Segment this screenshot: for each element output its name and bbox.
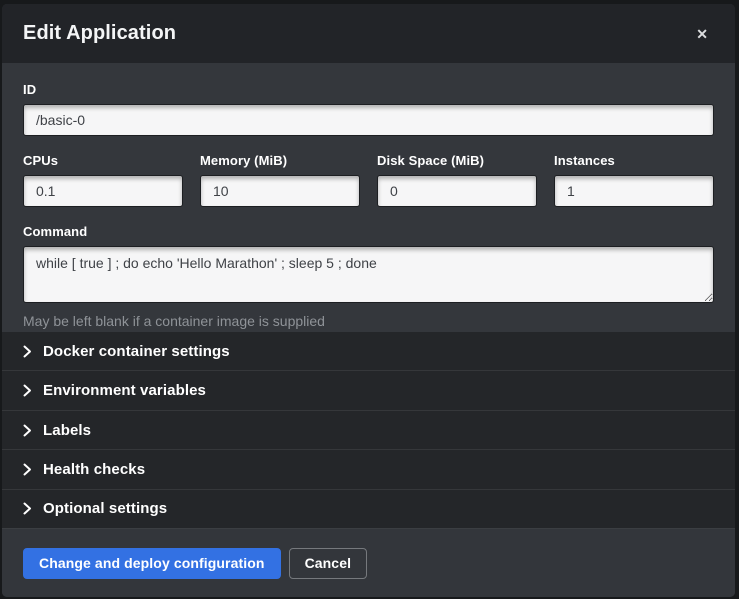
chevron-right-icon [23,345,32,358]
modal-title: Edit Application [23,22,176,45]
chevron-right-icon [23,463,32,476]
edit-application-modal: Edit Application ✕ ID CPUs Memory (MiB) … [2,4,735,597]
section-docker-container-settings[interactable]: Docker container settings [2,332,735,371]
section-title: Environment variables [43,382,206,399]
section-title: Docker container settings [43,343,230,360]
instances-label: Instances [554,153,714,168]
field-group-instances: Instances [554,153,714,207]
field-group-memory: Memory (MiB) [200,153,360,207]
instances-input[interactable] [554,175,714,207]
section-labels[interactable]: Labels [2,411,735,450]
section-title: Optional settings [43,500,167,517]
disk-label: Disk Space (MiB) [377,153,537,168]
modal-header: Edit Application ✕ [2,4,735,63]
command-label: Command [23,224,714,239]
change-and-deploy-button[interactable]: Change and deploy configuration [23,548,281,579]
id-label: ID [23,82,714,97]
section-optional-settings[interactable]: Optional settings [2,490,735,528]
cpus-label: CPUs [23,153,183,168]
section-health-checks[interactable]: Health checks [2,450,735,489]
field-group-cpus: CPUs [23,153,183,207]
field-group-disk: Disk Space (MiB) [377,153,537,207]
cpus-input[interactable] [23,175,183,207]
section-title: Labels [43,422,91,439]
resources-row: CPUs Memory (MiB) Disk Space (MiB) Insta… [23,153,714,207]
memory-label: Memory (MiB) [200,153,360,168]
accordion-sections: Docker container settings Environment va… [2,332,735,528]
field-group-command: Command while [ true ] ; do echo 'Hello … [23,224,714,329]
chevron-right-icon [23,384,32,397]
section-environment-variables[interactable]: Environment variables [2,371,735,410]
command-textarea[interactable]: while [ true ] ; do echo 'Hello Marathon… [23,246,714,303]
cancel-button[interactable]: Cancel [289,548,368,579]
field-group-id: ID [23,82,714,136]
command-help-text: May be left blank if a container image i… [23,313,714,329]
chevron-right-icon [23,502,32,515]
close-icon[interactable]: ✕ [690,23,714,45]
application-form: ID CPUs Memory (MiB) Disk Space (MiB) In… [2,63,735,332]
section-title: Health checks [43,461,145,478]
modal-footer: Change and deploy configuration Cancel [2,528,735,597]
disk-input[interactable] [377,175,537,207]
chevron-right-icon [23,424,32,437]
id-input[interactable] [23,104,714,136]
memory-input[interactable] [200,175,360,207]
